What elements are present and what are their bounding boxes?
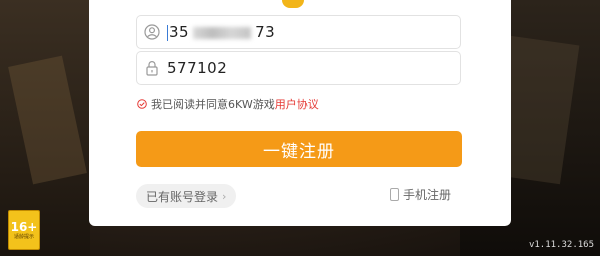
phone-register-label: 手机注册 bbox=[403, 188, 452, 202]
phone-register-link[interactable]: 手机注册 bbox=[390, 186, 451, 203]
password-value: 577102 bbox=[167, 59, 228, 77]
text-cursor bbox=[167, 24, 168, 41]
user-icon bbox=[137, 16, 167, 48]
chevron-right-icon: › bbox=[222, 189, 227, 203]
agreement-text: 我已阅读并同意6KW游戏 bbox=[151, 98, 275, 111]
existing-account-login-button[interactable]: 已有账号登录 › bbox=[136, 184, 237, 208]
age-rating: 16+ bbox=[10, 219, 38, 234]
account-field[interactable]: 35 73 bbox=[136, 15, 461, 49]
phone-icon bbox=[390, 188, 399, 201]
login-link-label: 已有账号登录 bbox=[146, 189, 219, 204]
age-rating-caption: 适龄提示 bbox=[13, 233, 34, 240]
password-field[interactable]: 577102 bbox=[136, 51, 461, 85]
user-agreement-link[interactable]: 用户协议 bbox=[275, 96, 319, 112]
agreement-row[interactable]: 我已阅读并同意6KW游戏 用户协议 bbox=[137, 96, 319, 112]
one-click-register-button[interactable]: 一键注册 bbox=[136, 131, 462, 167]
age-rating-badge: 16+ 适龄提示 bbox=[8, 210, 40, 250]
redacted-digits bbox=[193, 26, 252, 39]
checkbox-icon[interactable] bbox=[137, 99, 147, 109]
account-value: 35 73 bbox=[167, 23, 275, 41]
account-suffix: 73 bbox=[255, 23, 276, 41]
account-prefix: 35 bbox=[169, 23, 190, 41]
lock-icon bbox=[137, 52, 167, 84]
version-label: v1.11.32.165 bbox=[528, 240, 594, 250]
